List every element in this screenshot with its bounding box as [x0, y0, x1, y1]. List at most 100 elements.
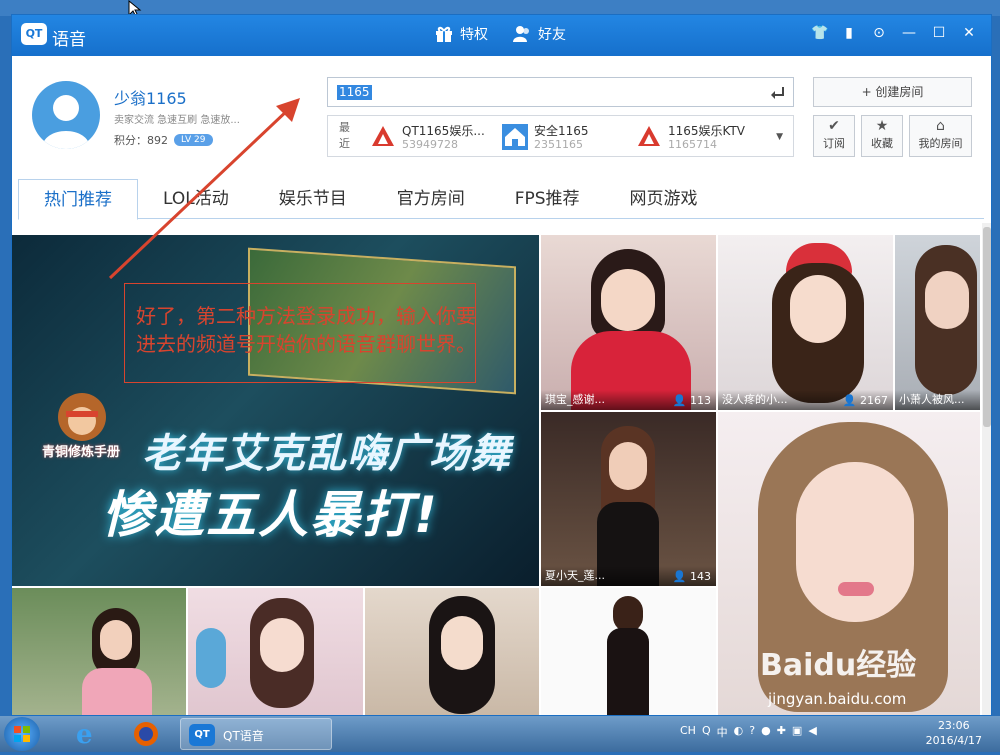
tab-fps[interactable]: FPS推荐 — [490, 179, 605, 218]
banner-title-1: 老年艾克乱嗨广场舞 — [142, 431, 511, 477]
recent-rooms: 最近 QT1165娱乐... 53949728 安全1165 2351165 1… — [327, 115, 794, 157]
my-room-button[interactable]: ⌂ 我的房间 — [909, 115, 972, 157]
start-button[interactable] — [4, 717, 40, 751]
recent-room-id: 2351165 — [534, 138, 583, 151]
live-room-card[interactable]: 夏小天_莲... 👤 143 — [541, 412, 716, 586]
system-tray: CH Q 中 ◐ ? ● ✚ ▣ ◀ — [680, 724, 817, 740]
subscribe-button[interactable]: ✔ 订阅 — [813, 115, 855, 157]
star-icon: ★ — [875, 118, 889, 134]
firefox-taskbar-button[interactable] — [124, 718, 168, 750]
house-icon — [502, 124, 528, 150]
qt-voice-task-button[interactable]: QT QT语音 — [180, 718, 332, 750]
recent-room-item[interactable]: QT1165娱乐... 53949728 — [370, 121, 490, 153]
enter-icon[interactable] — [769, 85, 785, 101]
room-logo-icon — [372, 126, 394, 146]
windows-taskbar: e QT QT语音 CH Q 中 ◐ ? ● ✚ ▣ ◀ 23:06 2016/… — [0, 716, 1000, 752]
viewer-count: 👤 2167 — [842, 394, 888, 407]
task-label: QT语音 — [223, 729, 264, 743]
live-room-card[interactable] — [365, 588, 539, 715]
subscribe-label: 订阅 — [823, 137, 845, 150]
mascot-logo: 青铜修炼手册 — [42, 389, 132, 469]
close-icon[interactable]: ✕ — [961, 25, 977, 41]
settings-icon[interactable]: ⊙ — [871, 25, 887, 41]
tab-lol[interactable]: LOL活动 — [138, 179, 254, 218]
gift-icon — [436, 26, 452, 42]
banner-badge: 青铜修炼手册 — [42, 445, 121, 460]
minimize-icon[interactable]: — — [901, 25, 917, 41]
level-badge: LV 29 — [174, 134, 213, 146]
ie-taskbar-button[interactable]: e — [64, 718, 108, 750]
favorite-button[interactable]: ★ 收藏 — [861, 115, 903, 157]
points-text: 积分：892 — [114, 134, 168, 147]
firefox-icon — [134, 722, 158, 746]
room-name: 小萧人被风... — [899, 393, 965, 406]
live-room-card[interactable]: 没人疼的小... 👤 2167 — [718, 235, 893, 410]
scrollbar-thumb[interactable] — [983, 227, 991, 427]
tab-official[interactable]: 官方房间 — [372, 179, 490, 218]
volume-icon[interactable]: ◀ — [808, 724, 816, 740]
windows-logo-icon — [14, 726, 30, 742]
title-bar[interactable]: QT 语音 特权 好友 👕 ▮ ⊙ — ☐ ✕ — [12, 15, 991, 56]
annotation-text: 好了，第二种方法登录成功，输入你要进去的频道号开始你的语音群聊世界。 — [136, 304, 476, 356]
recent-room-item[interactable]: 安全1165 2351165 — [502, 121, 612, 153]
app-title: 语音 — [52, 30, 86, 50]
live-room-card[interactable]: 琪宝_感谢... 👤 113 — [541, 235, 716, 410]
svg-text:e: e — [76, 720, 93, 750]
live-room-card[interactable]: 小萧人被风... — [895, 235, 980, 410]
qt-taskbar-icon: QT — [189, 724, 215, 746]
system-clock[interactable]: 23:06 2016/4/17 — [926, 718, 982, 748]
search-value: 1165 — [337, 85, 372, 100]
my-room-label: 我的房间 — [918, 137, 963, 150]
qt-logo: QT — [21, 23, 47, 45]
channel-search-input[interactable]: 1165 — [327, 77, 794, 107]
check-icon: ✔ — [828, 118, 840, 134]
security-tray-icon[interactable]: ✚ — [777, 724, 786, 740]
tab-web-games[interactable]: 网页游戏 — [605, 179, 723, 218]
privilege-link[interactable]: 特权 — [434, 24, 488, 44]
username[interactable]: 少翁1165 — [114, 85, 187, 109]
friends-icon — [513, 26, 529, 42]
favorite-label: 收藏 — [871, 137, 893, 150]
watermark-url: jingyan.baidu.com — [768, 690, 907, 708]
create-room-button[interactable]: + 创建房间 — [813, 77, 972, 107]
help-tray-icon[interactable]: ? — [749, 724, 755, 740]
default-avatar-icon — [42, 95, 90, 149]
friends-link[interactable]: 好友 — [512, 24, 566, 44]
chevron-down-icon[interactable]: ▼ — [776, 132, 783, 142]
baidu-watermark: Baidu经验 — [760, 648, 917, 683]
recent-room-id: 53949728 — [402, 138, 458, 151]
banner-title-2: 惨遭五人暴打! — [102, 486, 439, 544]
tray-icon[interactable]: ◐ — [734, 724, 744, 740]
room-name: 夏小天_莲... — [545, 569, 605, 582]
viewer-count: 👤 113 — [672, 394, 711, 407]
live-room-card[interactable] — [188, 588, 363, 715]
privilege-label: 特权 — [460, 27, 488, 43]
recent-label: 最近 — [339, 121, 350, 150]
tab-entertainment[interactable]: 娱乐节目 — [254, 179, 372, 218]
ie-icon: e — [76, 720, 93, 750]
scrollbar[interactable] — [982, 223, 991, 715]
tab-hot[interactable]: 热门推荐 — [18, 179, 138, 220]
maximize-icon[interactable]: ☐ — [931, 25, 947, 41]
recent-room-title: 安全1165 — [534, 124, 589, 138]
recent-room-id: 1165714 — [668, 138, 717, 151]
network-icon[interactable]: ▣ — [792, 724, 802, 740]
category-tabs: 热门推荐 LOL活动 娱乐节目 官方房间 FPS推荐 网页游戏 — [18, 179, 984, 220]
friends-label: 好友 — [538, 27, 566, 43]
clock-date: 2016/4/17 — [925, 734, 982, 747]
avatar[interactable] — [32, 81, 100, 149]
language-indicator[interactable]: CH — [680, 724, 696, 740]
room-logo-icon — [638, 126, 660, 146]
recent-room-item[interactable]: 1165娱乐KTV 1165714 — [636, 121, 756, 153]
message-icon[interactable]: ▮ — [841, 25, 857, 41]
recent-room-title: 1165娱乐KTV — [668, 124, 746, 138]
home-icon: ⌂ — [936, 118, 945, 134]
live-room-card[interactable] — [12, 588, 186, 715]
live-room-card[interactable] — [541, 588, 716, 715]
skin-icon[interactable]: 👕 — [811, 25, 828, 41]
recent-room-title: QT1165娱乐... — [402, 124, 485, 138]
qq-tray-icon[interactable]: Q — [702, 724, 711, 740]
tray-icon[interactable]: ● — [761, 724, 771, 740]
clock-time: 23:06 — [937, 719, 970, 732]
ime-indicator[interactable]: 中 — [717, 724, 728, 740]
